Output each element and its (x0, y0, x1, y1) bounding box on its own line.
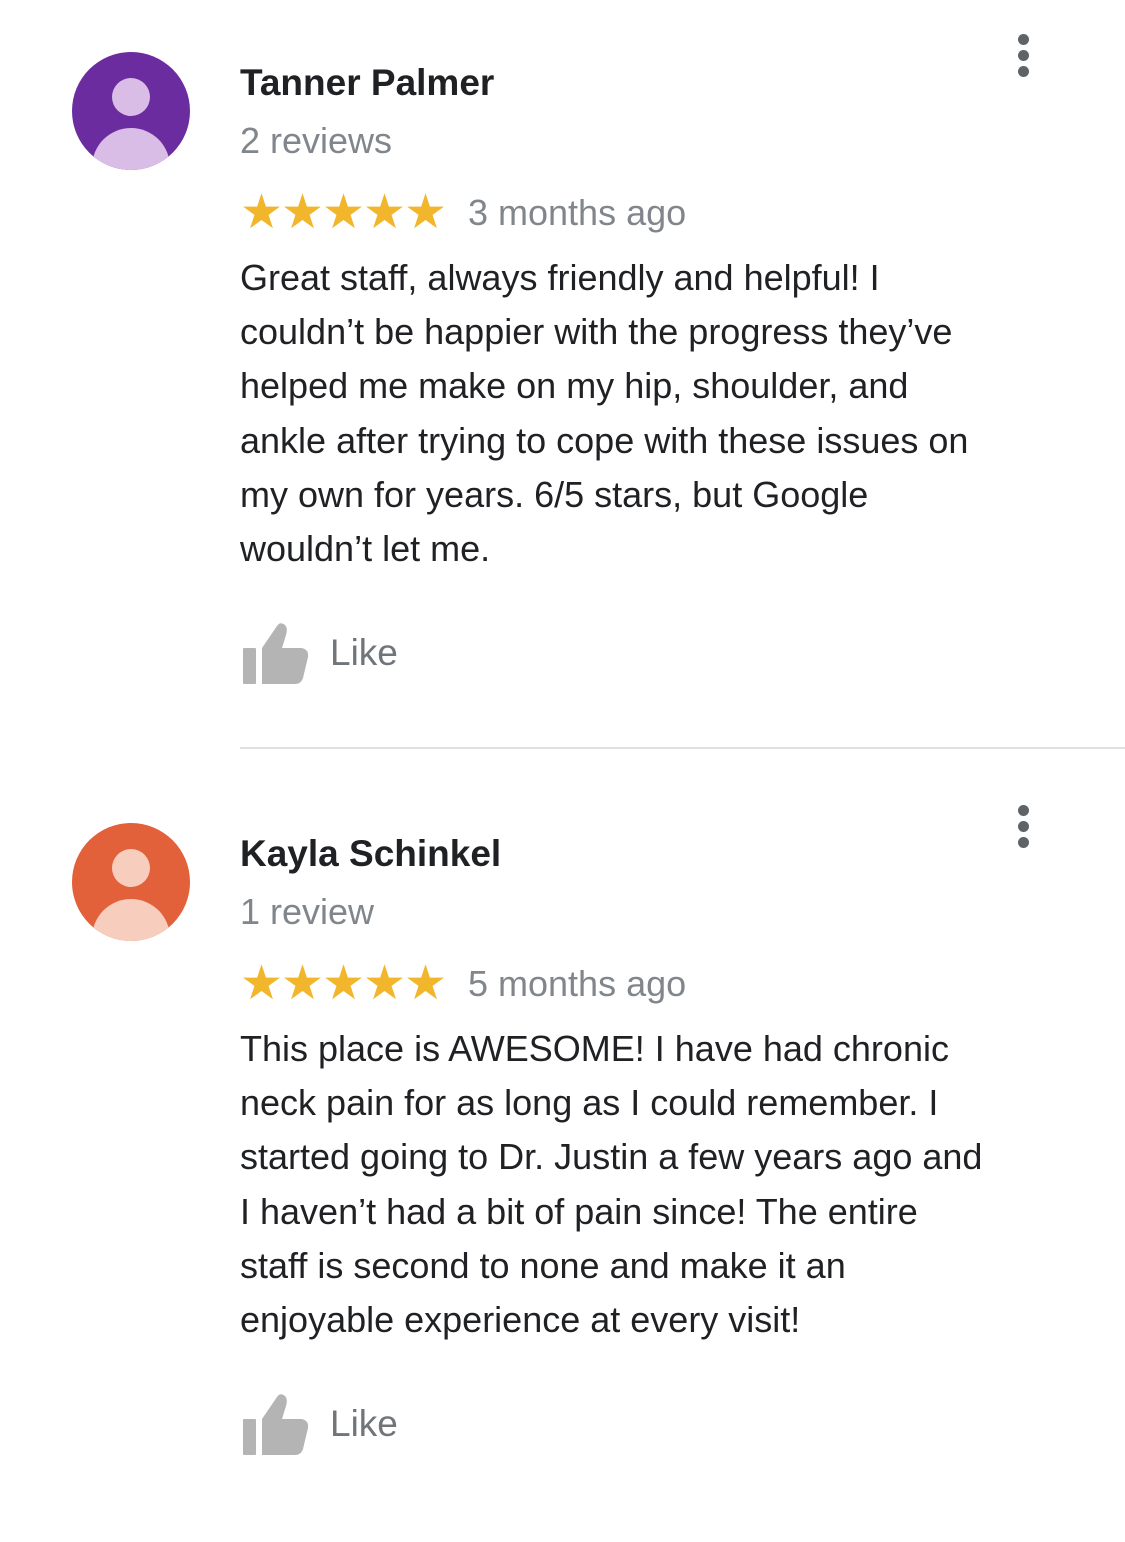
review-card: Tanner Palmer 2 reviews ★ ★ ★ ★ ★ 3 months a… (0, 0, 1125, 771)
review-time: 3 months ago (468, 192, 687, 233)
star-icon: ★ (240, 184, 284, 240)
star-icon: ★ (240, 955, 284, 1011)
review-divider (240, 747, 1125, 749)
like-button[interactable]: Like (240, 1389, 398, 1459)
review-time: 5 months ago (468, 963, 687, 1004)
star-icon: ★ (363, 184, 407, 240)
person-icon-body (92, 899, 170, 941)
star-icon: ★ (363, 955, 407, 1011)
review-card: Kayla Schinkel 1 review ★ ★ ★ ★ ★ 5 months a… (0, 771, 1125, 1542)
reviewer-review-count[interactable]: 1 review (240, 891, 374, 933)
reviewer-name[interactable]: Tanner Palmer (240, 62, 494, 104)
star-icon: ★ (281, 955, 325, 1011)
review-text-line: helped me make on my hip, shoulder, and (240, 365, 909, 407)
more-vertical-icon[interactable] (1004, 801, 1042, 851)
review-text-line: staff is second to none and make it an (240, 1244, 846, 1286)
star-icon: ★ (281, 184, 325, 240)
person-icon-body (92, 128, 170, 170)
review-text-line: This place is AWESOME! I have had chroni… (240, 1028, 949, 1069)
reviewer-avatar[interactable] (72, 52, 190, 170)
review-text-line: started going to Dr. Justin a few years … (240, 1136, 983, 1178)
reviewer-review-count[interactable]: 2 reviews (240, 120, 392, 162)
review-text-line: wouldn’t let me. (240, 528, 491, 570)
reviewer-avatar[interactable] (72, 823, 190, 941)
person-icon-head (112, 849, 150, 887)
review-text-line: couldn’t be happier with the progress th… (240, 311, 953, 353)
like-button[interactable]: Like (240, 618, 398, 688)
star-icon: ★ (322, 184, 366, 240)
review-text-line: neck pain for as long as I could remembe… (240, 1082, 939, 1124)
review-text-line: enjoyable experience at every visit! (240, 1299, 801, 1341)
star-rating: ★ ★ ★ ★ ★ (240, 955, 448, 1011)
review-text-line: I haven’t had a bit of pain since! The e… (240, 1190, 918, 1232)
thumbs-up-icon (243, 623, 309, 684)
review-text-line: Great staff, always friendly and helpful… (240, 257, 880, 298)
more-vertical-icon[interactable] (1004, 30, 1042, 80)
star-icon: ★ (404, 184, 448, 240)
person-icon-head (112, 78, 150, 116)
like-label: Like (330, 632, 398, 673)
star-rating: ★ ★ ★ ★ ★ (240, 184, 448, 240)
star-icon: ★ (404, 955, 448, 1011)
like-label: Like (330, 1403, 398, 1444)
review-text: This place is AWESOME! I have had chroni… (240, 1022, 1080, 1347)
review-text-line: ankle after trying to cope with these is… (240, 419, 969, 461)
review-text-line: my own for years. 6/5 stars, but Google (240, 473, 869, 515)
review-text: Great staff, always friendly and helpful… (240, 251, 1080, 576)
reviewer-name[interactable]: Kayla Schinkel (240, 833, 501, 875)
star-icon: ★ (322, 955, 366, 1011)
thumbs-up-icon (243, 1394, 309, 1455)
